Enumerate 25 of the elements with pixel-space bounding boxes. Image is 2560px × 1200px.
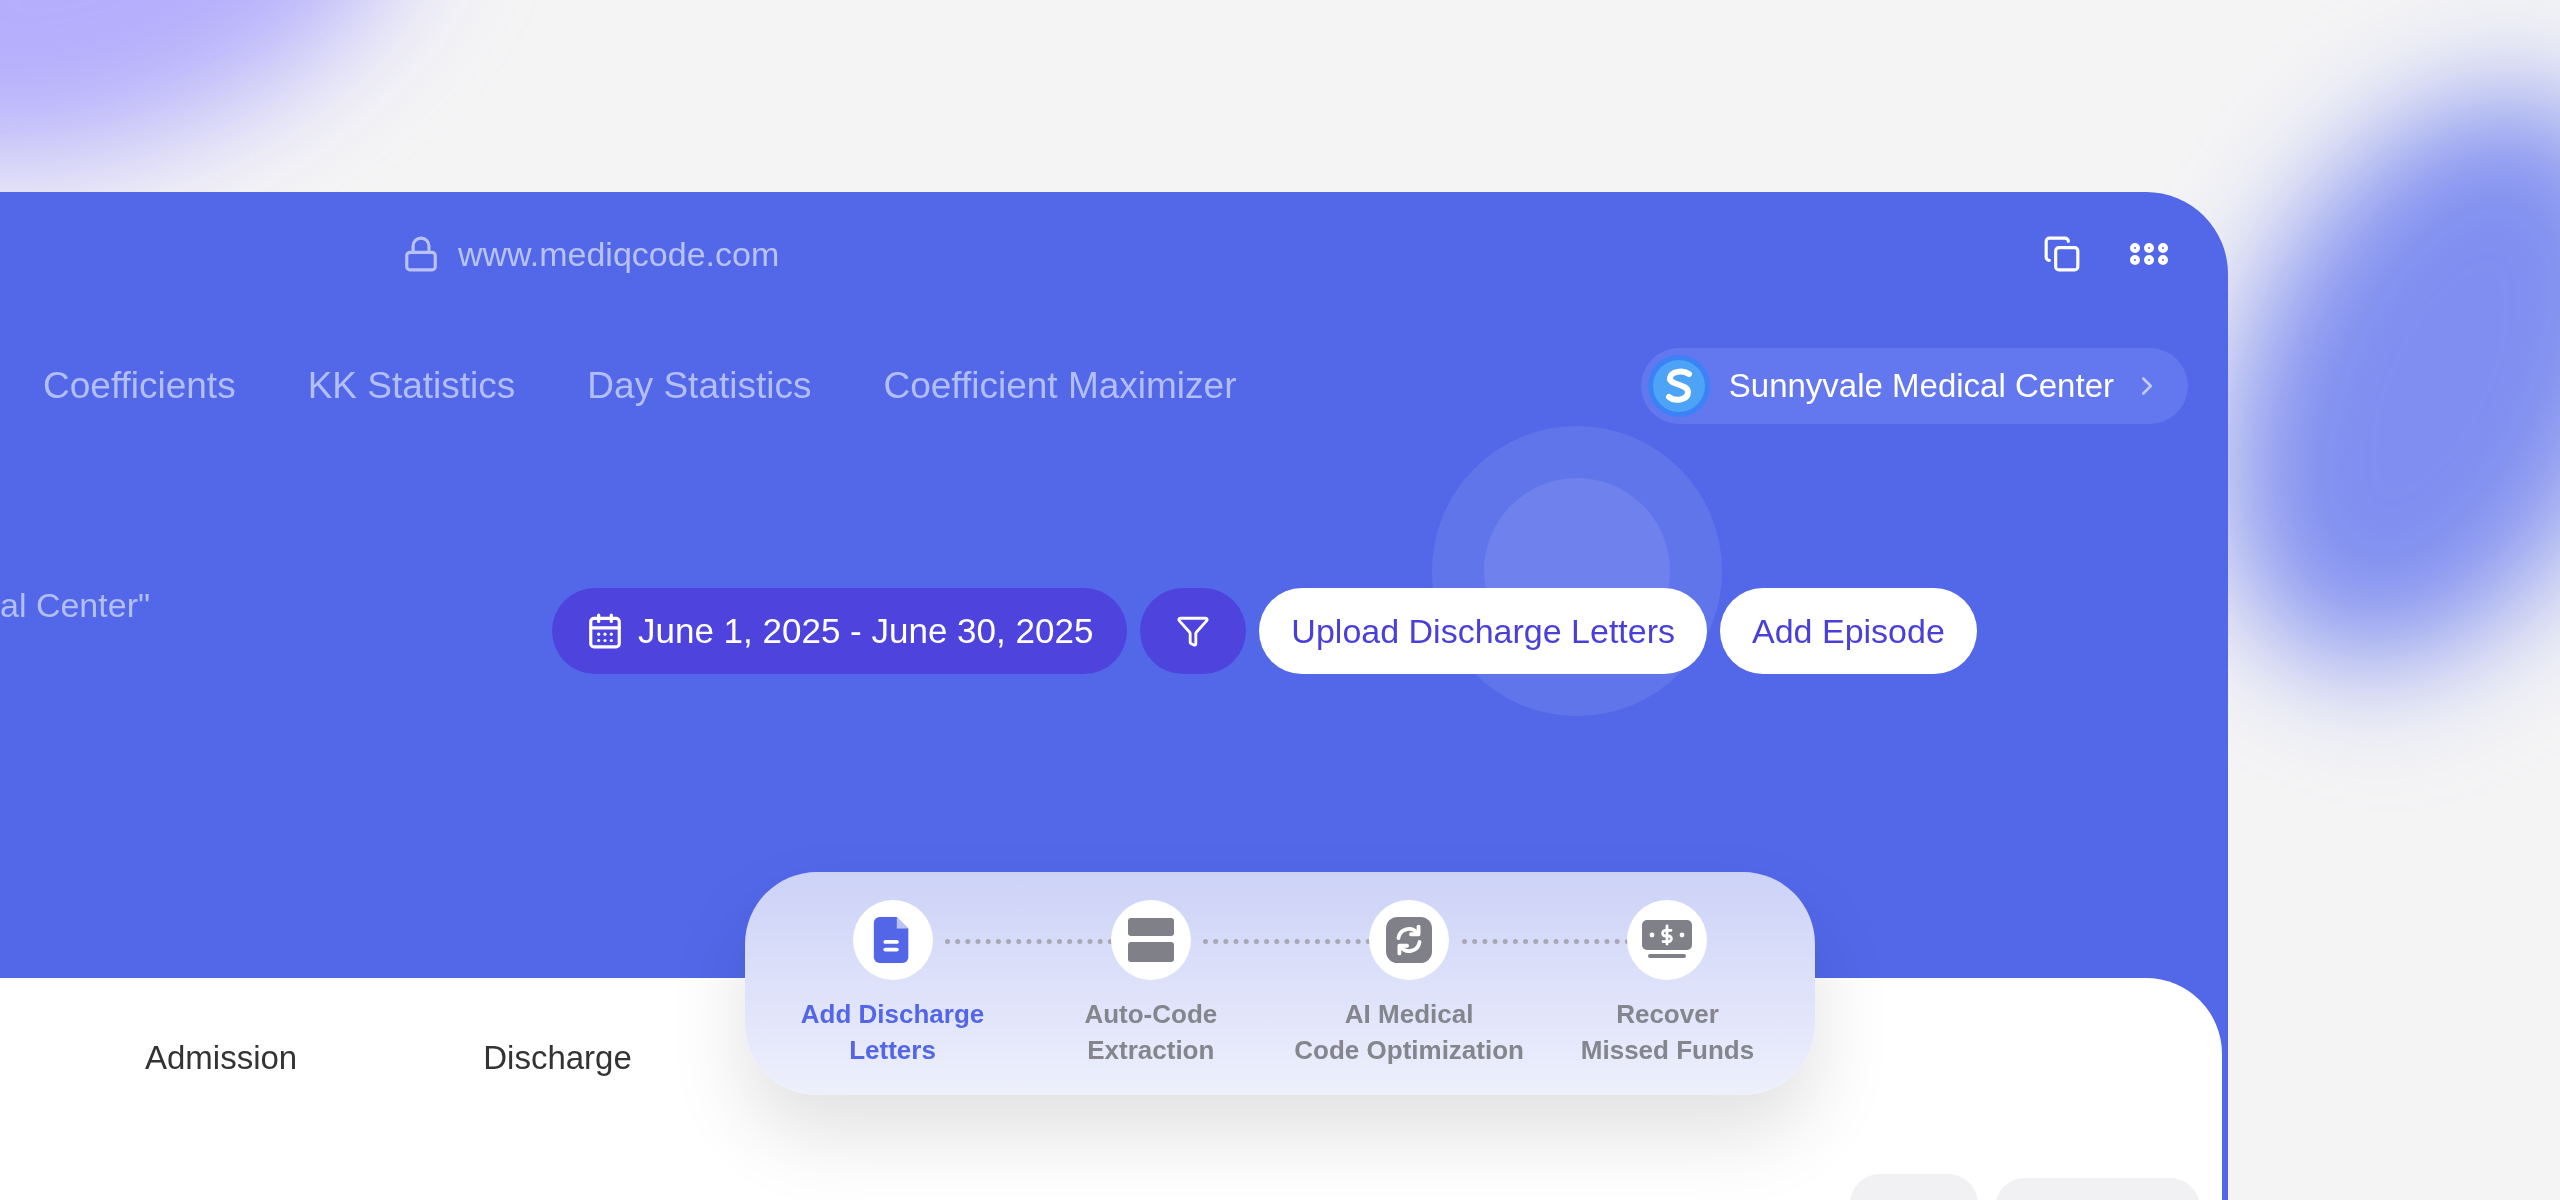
- step-label: Auto-Code Extraction: [1084, 998, 1218, 1067]
- action-button[interactable]: Add Episode: [1720, 588, 1977, 674]
- nav-tab[interactable]: KK Statistics: [307, 365, 516, 407]
- clinic-selector[interactable]: Sunnyvale Medical Center: [1640, 348, 2188, 424]
- date-range-picker[interactable]: June 1, 2025 - June 30, 2025: [552, 588, 1128, 674]
- lock-icon: [402, 235, 440, 273]
- url-text[interactable]: www.mediqcode.com: [458, 234, 780, 274]
- nav-tab[interactable]: Day Statistics: [587, 365, 812, 407]
- stacked-bars-icon: [1127, 918, 1174, 962]
- page-subtitle: al Center": [0, 586, 152, 625]
- nav-tab[interactable]: Coefficient Maximizer: [883, 365, 1237, 407]
- copy-icon[interactable]: [2043, 235, 2081, 273]
- step-label: Recover Missed Funds: [1580, 998, 1755, 1067]
- column-header: Admission: [145, 1039, 298, 1077]
- step-label: Add Discharge Letters: [800, 998, 985, 1067]
- calendar-icon: [586, 612, 624, 650]
- nav-tab[interactable]: Coefficients: [43, 365, 236, 407]
- refresh-icon: [1386, 917, 1433, 963]
- step-label: AI Medical Code Optimization: [1294, 998, 1524, 1067]
- column-header: Discharge: [483, 1039, 632, 1077]
- clinic-logo-icon: [1646, 354, 1711, 418]
- clinic-name: Sunnyvale Medical Center: [1728, 367, 2114, 405]
- action-button[interactable]: Upload Discharge Letters: [1259, 588, 1707, 674]
- money-icon: [1642, 920, 1693, 960]
- filter-icon: [1176, 614, 1211, 648]
